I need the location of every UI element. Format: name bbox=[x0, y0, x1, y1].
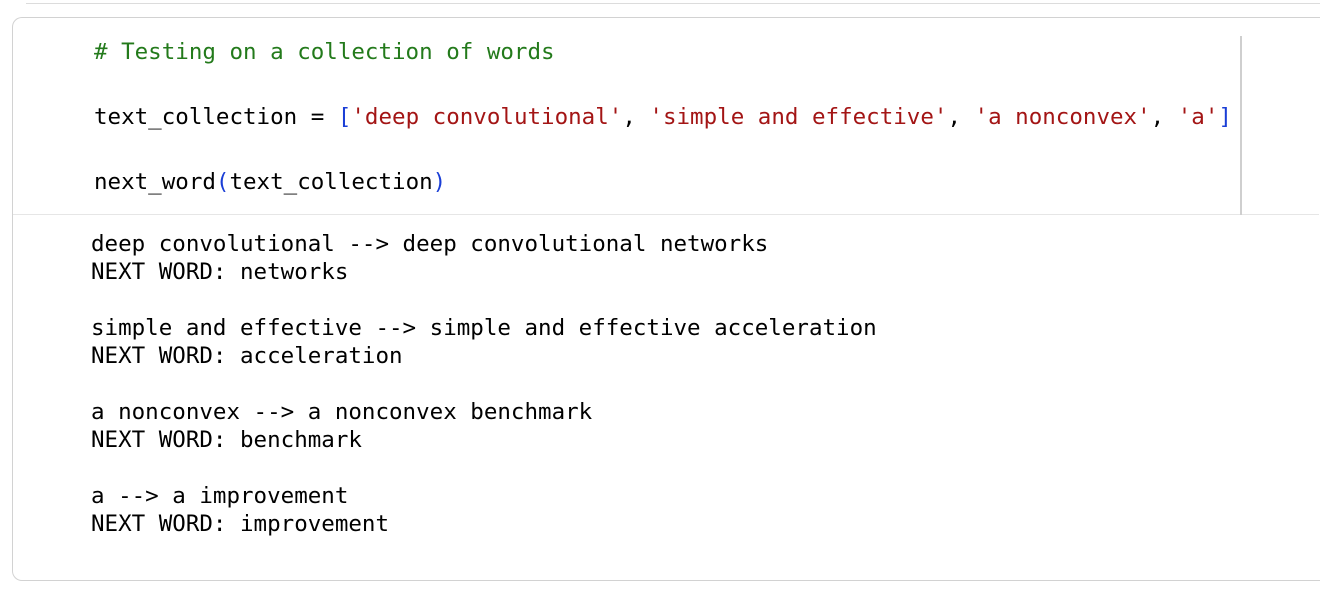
list-separator: , bbox=[1150, 104, 1178, 130]
notebook-page: # Testing on a collection of words text_… bbox=[0, 0, 1320, 596]
code-assignment-line: text_collection = ['deep convolutional',… bbox=[94, 103, 1232, 131]
list-separator: , bbox=[622, 104, 650, 130]
previous-cell-edge bbox=[26, 0, 1320, 4]
code-comment-line: # Testing on a collection of words bbox=[94, 39, 555, 65]
variable-name: text_collection bbox=[94, 104, 298, 130]
call-close-paren: ) bbox=[432, 169, 447, 195]
cell-input-editor[interactable]: # Testing on a collection of words text_… bbox=[13, 18, 1319, 215]
output-line: a --> a improvement bbox=[91, 483, 349, 509]
output-line: deep convolutional --> deep convolutiona… bbox=[91, 231, 769, 257]
call-argument: text_collection bbox=[229, 169, 433, 195]
line-length-ruler bbox=[1240, 36, 1242, 215]
code-cell[interactable]: # Testing on a collection of words text_… bbox=[12, 17, 1320, 581]
string-literal: 'deep convolutional' bbox=[351, 104, 623, 130]
string-literal: 'simple and effective' bbox=[649, 104, 948, 130]
cell-output: deep convolutional --> deep convolutiona… bbox=[13, 227, 1319, 567]
output-line: NEXT WORD: improvement bbox=[91, 511, 390, 537]
output-line: NEXT WORD: networks bbox=[91, 259, 349, 285]
output-line: NEXT WORD: benchmark bbox=[91, 427, 362, 453]
list-close-bracket: ] bbox=[1218, 104, 1232, 130]
code-call-line: next_word(text_collection) bbox=[94, 168, 446, 196]
list-open-bracket: [ bbox=[337, 104, 352, 130]
output-line: NEXT WORD: acceleration bbox=[91, 343, 403, 369]
string-literal: 'a' bbox=[1177, 104, 1219, 130]
output-line: simple and effective --> simple and effe… bbox=[91, 315, 877, 341]
string-literal: 'a nonconvex' bbox=[974, 104, 1151, 130]
function-name: next_word bbox=[94, 169, 216, 195]
call-open-paren: ( bbox=[215, 169, 230, 195]
assign-operator: = bbox=[297, 104, 338, 130]
list-separator: , bbox=[947, 104, 975, 130]
output-line: a nonconvex --> a nonconvex benchmark bbox=[91, 399, 593, 425]
